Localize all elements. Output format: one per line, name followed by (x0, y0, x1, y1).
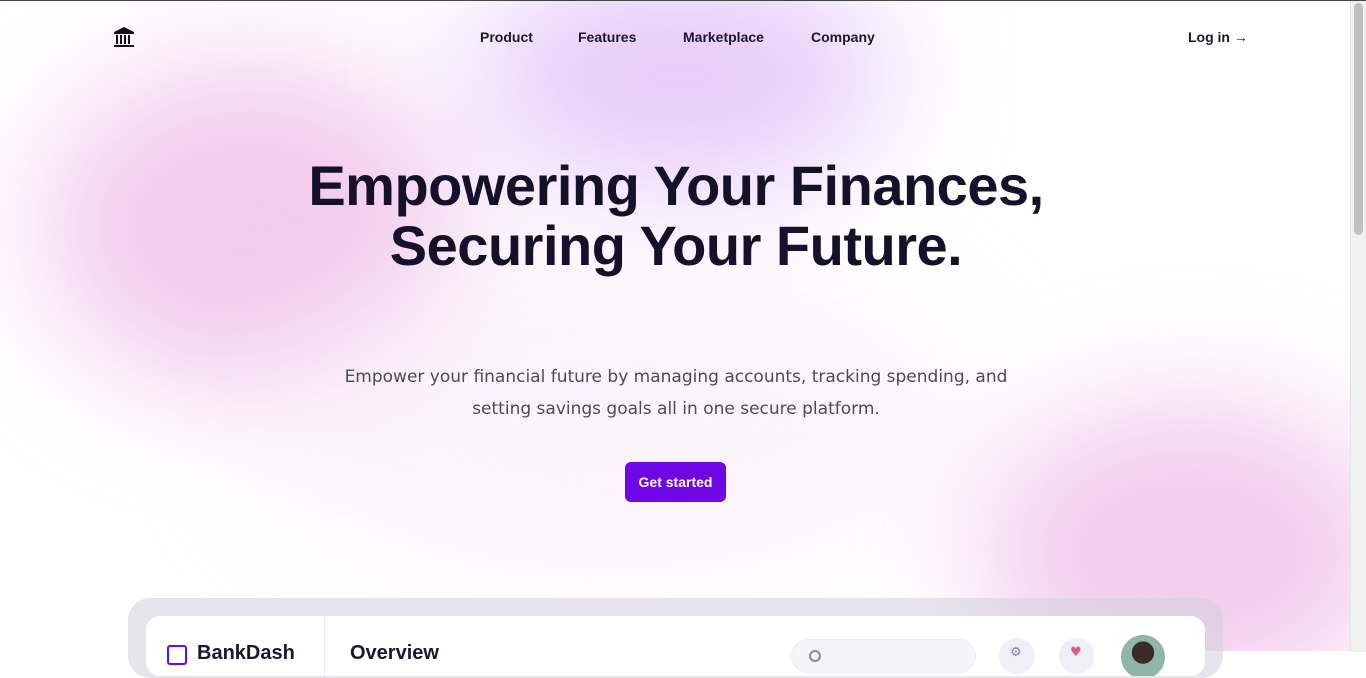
scrollbar-thumb[interactable] (1354, 3, 1363, 235)
nav-link-marketplace[interactable]: Marketplace (683, 29, 764, 45)
nav-link-features[interactable]: Features (578, 29, 636, 45)
user-avatar[interactable] (1121, 635, 1165, 676)
hero-title: Empowering Your Finances, Securing Your … (308, 154, 1044, 277)
brand-logo-icon (167, 645, 187, 665)
arrow-right-icon: → (1233, 29, 1248, 45)
settings-icon[interactable]: ⚙ (999, 638, 1035, 674)
preview-search-input[interactable] (791, 639, 976, 673)
preview-card: BankDash Overview ⚙ ♥ (146, 616, 1205, 676)
nav-link-company[interactable]: Company (811, 29, 875, 45)
preview-divider (324, 616, 325, 676)
preview-page-title: Overview (350, 642, 439, 664)
hero-subtitle: Empower your financial future by managin… (344, 367, 1008, 419)
login-link[interactable]: Log in → (1188, 29, 1248, 45)
get-started-button[interactable]: Get started (625, 462, 726, 502)
search-icon (809, 650, 821, 662)
notification-icon[interactable]: ♥ (1059, 638, 1095, 674)
login-label: Log in (1188, 29, 1230, 45)
background-gradient (0, 1, 1366, 651)
main-nav: Product Features Marketplace Company (0, 29, 1351, 49)
preview-brand: BankDash (197, 642, 295, 664)
nav-link-product[interactable]: Product (480, 29, 533, 45)
page-scrollbar[interactable] (1350, 1, 1366, 652)
